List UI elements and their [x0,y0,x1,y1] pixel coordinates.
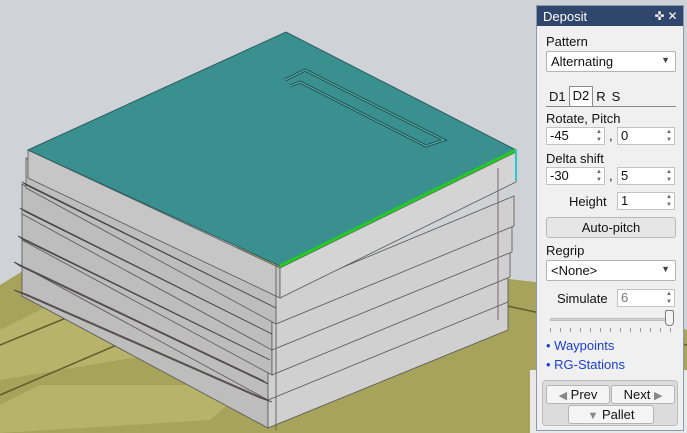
delta-shift-x-input[interactable]: -30 ▲ ▼ [546,167,605,185]
simulate-slider-track[interactable] [550,318,674,321]
arrow-down-icon: ▼ [587,410,599,422]
comma: , [609,128,613,143]
height-value: 1 [621,193,629,208]
tab-s[interactable]: S [609,88,624,106]
spinner-arrows-icon[interactable]: ▲ ▼ [596,128,602,144]
regrip-select[interactable]: <None> ▼ [546,260,676,281]
spinner-arrows-icon[interactable]: ▲ ▼ [666,128,672,144]
auto-pitch-button[interactable]: Auto-pitch [546,217,676,238]
spinner-arrows-icon[interactable]: ▲ ▼ [596,168,602,184]
pitch-input[interactable]: 0 ▲ ▼ [617,127,675,145]
arrow-left-icon: ◀ [558,390,568,402]
tab-d2[interactable]: D2 [568,86,594,106]
chevron-down-icon: ▼ [661,264,670,274]
prev-label: Prev [570,387,598,402]
tab-divider [546,106,676,107]
prev-button[interactable]: ◀ Prev [546,385,610,404]
tab-r[interactable]: R [593,88,608,106]
pitch-value: 0 [621,128,629,143]
simulate-input[interactable]: 6 ▲ ▼ [617,289,675,307]
regrip-value: <None> [551,263,598,278]
comma: , [609,168,613,183]
spinner-arrows-icon[interactable]: ▲ ▼ [666,168,672,184]
rotate-pitch-label: Rotate, Pitch [546,111,621,126]
simulate-label: Simulate [557,291,608,306]
height-label: Height [569,194,607,209]
simulate-slider-ticks [550,328,674,332]
height-input[interactable]: 1 ▲ ▼ [617,192,675,210]
pattern-label: Pattern [546,34,588,49]
delta-shift-label: Delta shift [546,151,604,166]
simulate-slider-thumb[interactable] [665,310,674,326]
pin-icon[interactable]: ✜ [653,9,666,23]
spinner-arrows-icon[interactable]: ▲ ▼ [666,290,672,306]
next-label: Next [623,387,651,402]
delta-shift-y-input[interactable]: 5 ▲ ▼ [617,167,675,185]
rotate-input[interactable]: -45 ▲ ▼ [546,127,605,145]
delta-shift-x-value: -30 [550,168,569,183]
next-button[interactable]: Next ▶ [611,385,675,404]
pallet-button[interactable]: ▼ Pallet [568,405,654,424]
simulate-value: 6 [621,290,629,305]
delta-shift-y-value: 5 [621,168,629,183]
arrow-right-icon: ▶ [653,390,663,402]
panel-titlebar: Deposit ✜ ✕ [537,6,683,26]
regrip-label: Regrip [546,243,585,258]
pattern-value: Alternating [551,54,614,69]
rotate-value: -45 [550,128,569,143]
pallet-label: Pallet [601,407,635,422]
waypoints-link[interactable]: • Waypoints [546,338,614,353]
panel-title: Deposit [543,8,588,24]
chevron-down-icon: ▼ [661,55,670,65]
deposit-panel: Deposit ✜ ✕ Pattern Alternating ▼ D1 D2 … [536,5,684,431]
spinner-arrows-icon[interactable]: ▲ ▼ [666,193,672,209]
navigation-box: ◀ Prev Next ▶ ▼ Pallet [542,380,678,426]
close-icon[interactable]: ✕ [666,9,679,23]
tab-d1[interactable]: D1 [546,88,569,106]
tab-bar: D1 D2 R S [546,86,623,106]
pattern-select[interactable]: Alternating ▼ [546,51,676,72]
rg-stations-link[interactable]: • RG-Stations [546,357,625,372]
